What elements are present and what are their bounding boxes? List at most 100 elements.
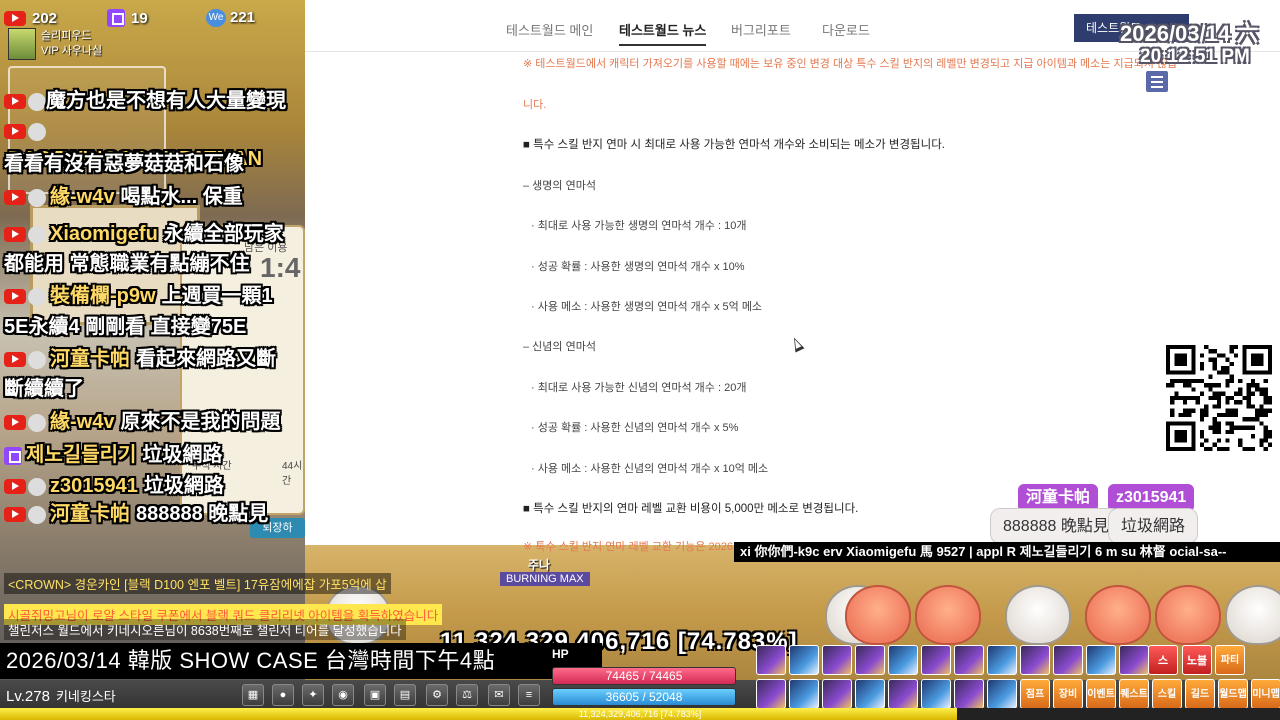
notice-item: 챌린저스 월드에서 키네시오른님이 8638번째로 챌린저 티어를 달성했습니다 [4,619,406,640]
article-line: · 최대로 사용 가능한 생명의 연마석 개수 : 10개 [531,220,747,232]
chat-message: 제노길들리기 垃圾網路 [4,441,309,469]
nav-download[interactable]: 다운로드 [822,20,870,39]
chat-text: 垃圾網路 [142,444,223,466]
hp-bar: 74465 / 74465 [552,667,736,685]
chat-message: 魔方也是不想有人大量變現 [4,87,309,115]
skill-slot[interactable] [756,645,786,675]
avatar [28,350,46,369]
youtube-icon [4,94,26,110]
nav-bug-report[interactable]: 버그리포트 [731,20,791,39]
skill-slot[interactable] [888,645,918,675]
hud-menu-button[interactable]: 이벤트 [1086,679,1116,709]
chat-message: 裝備欄-p9w 上週買一顆1 [4,282,309,310]
scale-button[interactable]: ⚖ [456,684,478,706]
hud-menu-button[interactable]: 길드 [1185,679,1215,709]
menu-button[interactable]: ≡ [518,684,540,706]
hud-menu-button[interactable]: 미니맵 [1251,679,1280,709]
skill-slot[interactable] [1020,645,1050,675]
overlay-date: 2026/03/14 六 [1120,21,1259,46]
guild-info: 슬리피우드 VIP 사우나실 [8,28,102,60]
article-line: · 사용 메소 : 사용한 신념의 연마석 개수 x 10억 메소 [531,463,769,475]
skill-slot[interactable] [954,645,984,675]
nav-news[interactable]: 테스트월드 뉴스 [619,20,707,46]
chat-username: 緣-w4v [50,186,115,208]
hud-menu-button[interactable]: 점프 [1020,679,1050,709]
level-value: Lv.278 [6,688,50,705]
chat-message: 都能用 常態職業有點繃不住 [4,250,309,278]
skill-slot[interactable] [789,645,819,675]
article-line: · 최대로 사용 가능한 신념의 연마석 개수 : 20개 [531,382,747,394]
skill-slot[interactable] [822,679,852,709]
mob-pig [1155,585,1221,645]
hud-menu-button[interactable]: 노블 [1182,645,1212,675]
twitch-viewers: 19 [131,9,148,27]
chat-message: 河童卡帕 看起來網路又斷 [4,345,309,373]
hud-menu-button[interactable]: 스 [1148,645,1178,675]
chat-username: 河童卡帕 [50,503,130,525]
article-line: – 신념의 연마석 [523,341,596,353]
skill-slot[interactable] [987,679,1017,709]
avatar [28,188,46,207]
qr-code [1163,342,1275,454]
chat-username: 제노길들리기 [26,444,137,466]
hud-menu-button[interactable]: 장비 [1053,679,1083,709]
equip-button[interactable]: ✦ [302,684,324,706]
article-line: ※ 테스트월드에서 캐릭터 가져오기를 사용할 때에는 보유 중인 변경 대상 … [523,58,1178,70]
character-button[interactable]: ◉ [332,684,354,706]
twitch-icon [107,9,126,27]
youtube-icon [4,10,26,26]
article-line: ■ 특수 스킬 반지 연마 시 최대로 사용 가능한 연마석 개수와 소비되는 … [523,139,945,151]
article-line: ※ 특수 스킬 반지 연마 레벨 교환 기능은 2026 [523,541,733,553]
stream-stats: 202 19 [4,6,148,30]
nav-main[interactable]: 테스트월드 메인 [506,20,593,39]
youtube-icon [4,479,26,495]
quest-button[interactable]: ▣ [364,684,386,706]
event-button[interactable]: ● [272,684,294,706]
hud-menu-button[interactable]: 파티 [1215,645,1245,675]
hud-menu-button[interactable]: 월드맵 [1218,679,1248,709]
twitch-icon [4,446,22,465]
map-icon [8,28,36,60]
mob-pig [845,585,911,645]
skill-slot[interactable] [855,679,885,709]
mob-pig [1085,585,1151,645]
cash-shop-button[interactable]: ▦ [242,684,264,706]
skill-slot[interactable] [855,645,885,675]
chat-text: 看起來網路又斷 [136,348,276,370]
skill-slot[interactable] [1086,645,1116,675]
chat-ticker: xi 你你們-k9c erv Xiaomigefu 馬 9527 | appl … [734,542,1280,562]
article-line: · 사용 메소 : 사용한 생명의 연마석 개수 x 5억 메소 [531,301,763,313]
skill-slot[interactable] [888,679,918,709]
skill-slot[interactable] [822,645,852,675]
skill-slot[interactable] [987,645,1017,675]
chat-username: 緣-w4v [50,411,115,433]
hud-menu-button[interactable]: 스킬 [1152,679,1182,709]
chat-username: 河童卡帕 [50,348,130,370]
skill-slot[interactable] [954,679,984,709]
mail-button[interactable]: ✉ [488,684,510,706]
skill-slot[interactable] [1053,645,1083,675]
skill-slot[interactable] [921,645,951,675]
map-name: 슬리피우드 [41,30,92,42]
show-case-banner: 2026/03/14 韓版 SHOW CASE 台灣時間下午4點 [0,643,602,679]
article-line: 니다. [523,99,547,111]
menu-icon[interactable] [1146,71,1168,92]
skill-slot[interactable] [921,679,951,709]
settings-button[interactable]: ⚙ [426,684,448,706]
avatar [28,225,46,244]
skill-slot[interactable] [1119,645,1149,675]
map-sub: VIP 사우나실 [41,45,103,57]
youtube-icon [4,507,26,523]
article-line: ■ 특수 스킬 반지의 연마 레벨 교환 비용이 5,000만 메소로 변경됩니… [523,503,859,515]
hud-menu-button[interactable]: 퀘스트 [1119,679,1149,709]
skill-slot[interactable] [789,679,819,709]
calendar-button[interactable]: ▤ [394,684,416,706]
chat-message: z3015941 垃圾網路 [4,472,309,500]
chat-text: 都能用 常態職業有點繃不住 [4,253,250,275]
we-icon: We [206,9,226,27]
skill-slot[interactable] [756,679,786,709]
chat-text: 888888 晚點見 [136,503,269,525]
chat-text: 看看有沒有惡夢菇菇和石像 [4,153,244,175]
chat-bubble: 垃圾網路 [1108,508,1199,544]
article-line: · 성공 확률 : 사용한 생명의 연마석 개수 x 10% [531,261,745,273]
